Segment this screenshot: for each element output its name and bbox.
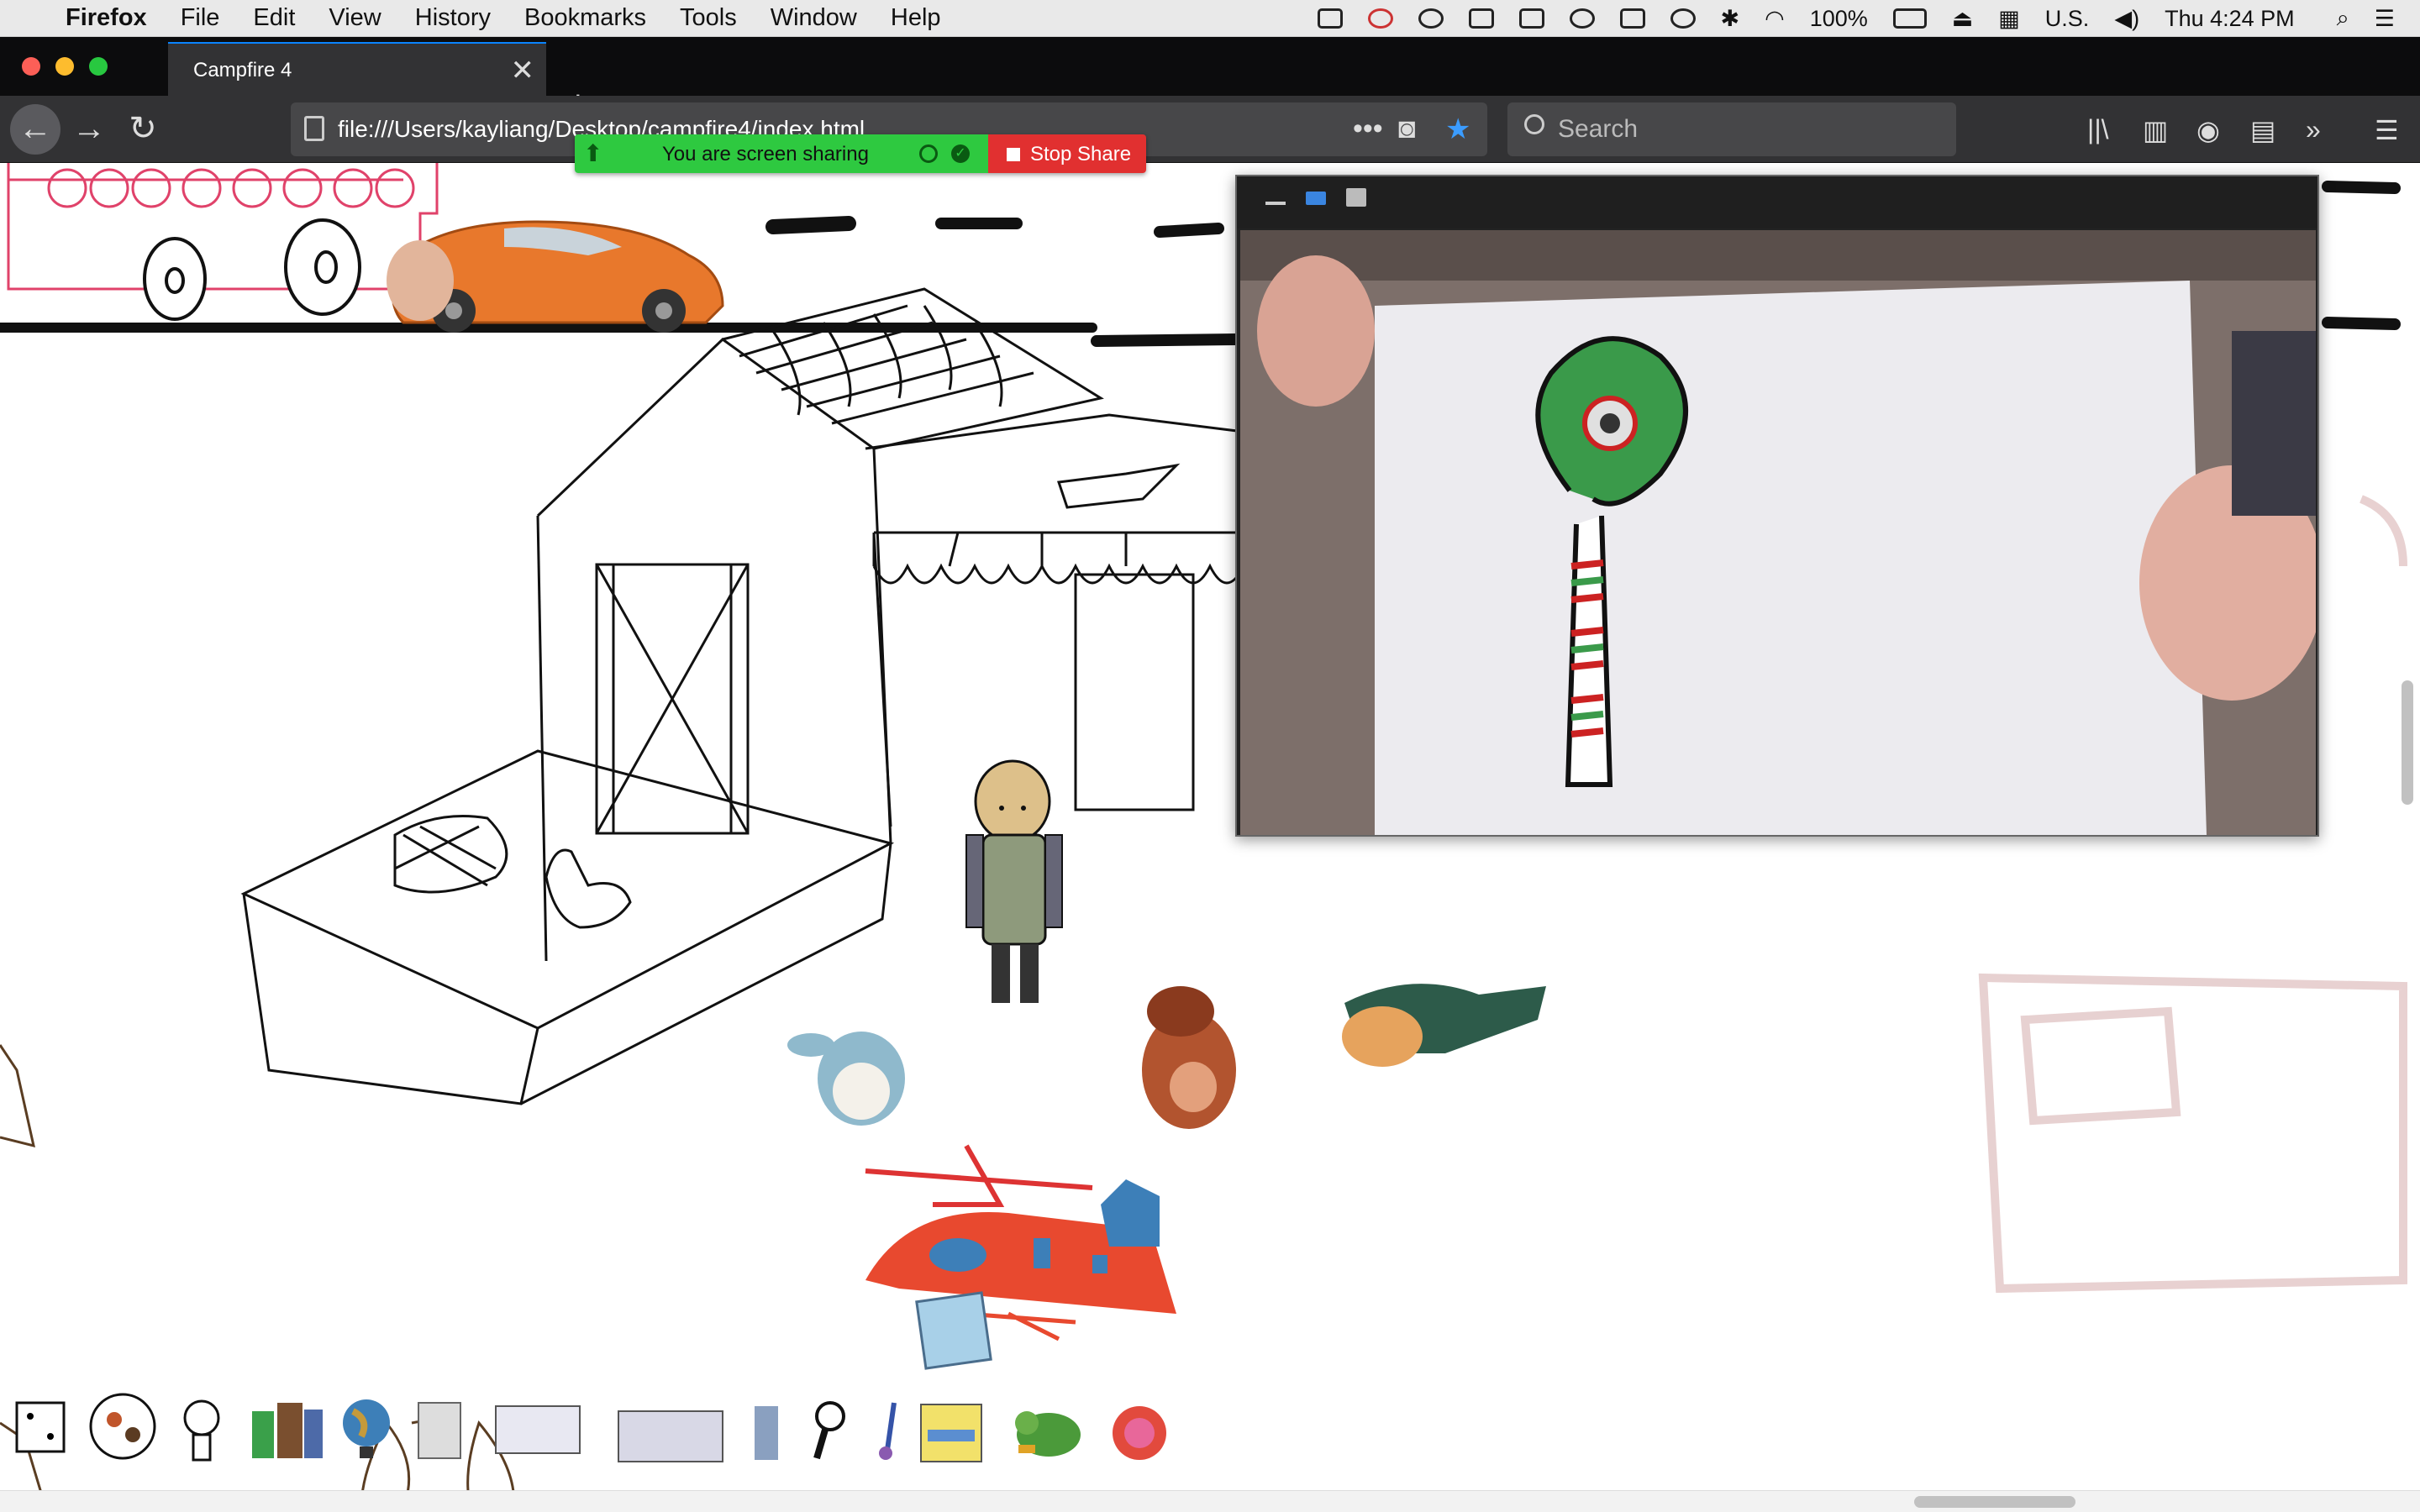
library-icon[interactable]: ||\ [2087,114,2109,145]
screen-share-banner: ⬆ You are screen sharing ✓ Stop Share [575,134,1146,173]
volume-icon[interactable]: ◀) [2114,6,2139,32]
tab-title: Campfire 4 [193,59,292,81]
squirrel-toy [1142,986,1236,1129]
video-panel[interactable] [1235,175,2319,837]
battery-percent[interactable]: 100% [1810,6,1868,32]
horizontal-scroll-thumb[interactable] [1914,1496,2075,1508]
notepad-icon[interactable] [920,1404,982,1462]
spotlight-icon[interactable]: ⌕ [2337,5,2349,32]
notification-center-icon[interactable]: ☰ [2375,6,2395,32]
pocket-icon[interactable]: ◙ [1398,113,1416,145]
flag-icon[interactable]: ▦ [1998,6,2020,32]
menu-help[interactable]: Help [891,4,941,32]
share-secure-icon[interactable]: ✓ [951,144,970,163]
gallery-view-icon[interactable] [1346,188,1366,207]
horizontal-scrollbar[interactable] [0,1490,2420,1512]
eject-icon[interactable]: ⏏ [1952,6,1974,32]
minimize-video-icon[interactable] [1265,202,1286,205]
shop-drawing [865,413,1245,827]
vertical-scrollbar[interactable] [2402,680,2413,805]
menu-edit[interactable]: Edit [253,4,295,32]
zoom-status-icon[interactable] [1317,8,1343,29]
input-source[interactable]: U.S. [2045,6,2090,32]
overflow-icon[interactable]: » [2306,114,2321,145]
menu-bookmarks[interactable]: Bookmarks [524,4,646,32]
navigation-toolbar: ← → ↻ file:///Users/kayliang/Desktop/cam… [0,96,2420,163]
macos-menubar: Firefox File Edit View History Bookmarks… [0,0,2420,37]
toy-car [387,220,724,333]
bus-wheels [143,218,361,321]
clock[interactable]: Thu 4:24 PM [2165,6,2295,32]
bottom-tray [15,1393,1166,1462]
share-status-bar[interactable]: ⬆ You are screen sharing ✓ [575,134,988,173]
share-status-icon[interactable] [1418,8,1444,29]
spinner-icon[interactable] [89,1393,156,1460]
sidebar-icon[interactable]: ▥ [2143,114,2168,146]
bottles-icon[interactable] [252,1403,323,1458]
page-actions-icon[interactable]: ••• [1353,113,1383,145]
time-machine-icon[interactable] [1670,8,1696,29]
planet-icon[interactable] [1113,1406,1166,1460]
video-feed [1240,230,2316,835]
globe-icon[interactable] [343,1399,390,1458]
card-2-icon[interactable] [618,1410,723,1462]
menu-window[interactable]: Window [771,4,857,32]
wifi-icon[interactable]: ◠ [1765,6,1785,32]
menu-history[interactable]: History [415,4,491,32]
stop-share-button[interactable]: Stop Share [988,134,1146,173]
dice-icon[interactable] [15,1401,66,1453]
menu-file[interactable]: File [181,4,220,32]
app-menu-icon[interactable]: ☰ [2375,114,2399,146]
page-info-icon[interactable] [304,116,324,141]
menu-tools[interactable]: Tools [680,4,737,32]
card-icon[interactable] [495,1405,581,1454]
tab-campfire[interactable]: Campfire 4 ✕ [168,42,546,96]
bus-drawing [7,163,439,291]
book-icon[interactable] [418,1402,461,1459]
search-placeholder: Search [1558,115,1639,143]
stop-icon [1007,148,1020,161]
reload-button[interactable]: ↻ [118,104,168,155]
bluetooth-icon[interactable]: ✱ [1721,6,1740,32]
extension-icon[interactable]: ▤ [2250,114,2275,146]
search-icon [1524,114,1544,134]
barn-drawing [240,287,1104,1105]
chicken-drawing [544,848,632,929]
magnifier-icon[interactable] [813,1401,845,1460]
dinosaur-toy [1342,984,1546,1067]
stop-share-label: Stop Share [1030,143,1132,165]
search-input[interactable]: Search [1507,102,1956,156]
farmer-character [965,759,1063,1003]
zoom-window-icon[interactable] [89,57,108,76]
minimize-window-icon[interactable] [55,57,74,76]
account-icon[interactable]: ◉ [2196,114,2220,146]
share-status-label: You are screen sharing [662,143,869,165]
speaker-view-icon[interactable] [1306,192,1326,205]
menu-app-name[interactable]: Firefox [66,4,147,32]
close-window-icon[interactable] [22,57,40,76]
tab-strip: Campfire 4 ✕ + [0,37,2420,123]
window-icon[interactable] [1518,8,1544,29]
back-button[interactable]: ← [10,104,60,155]
share-options-icon[interactable] [919,144,938,163]
lightbulb-icon[interactable] [183,1399,220,1462]
display-icon[interactable] [1468,8,1494,29]
bottle-icon[interactable] [755,1406,778,1460]
video-panel-titlebar[interactable] [1237,176,2317,228]
forward-button[interactable]: → [64,104,114,155]
plush-toy [787,1032,905,1126]
helicopter-drawing [865,1144,1176,1370]
airplay-icon[interactable] [1619,8,1645,29]
turtle-toy-icon[interactable] [1015,1411,1081,1457]
menu-view[interactable]: View [329,4,381,32]
share-arrow-icon: ⬆ [583,140,603,166]
bookmark-star-icon[interactable]: ★ [1445,113,1470,146]
close-tab-icon[interactable]: ✕ [511,54,535,87]
battery-icon[interactable] [1892,8,1927,29]
record-status-icon[interactable] [1367,8,1393,29]
paintbrush-icon[interactable] [879,1402,897,1460]
sync-icon[interactable] [1569,8,1595,29]
